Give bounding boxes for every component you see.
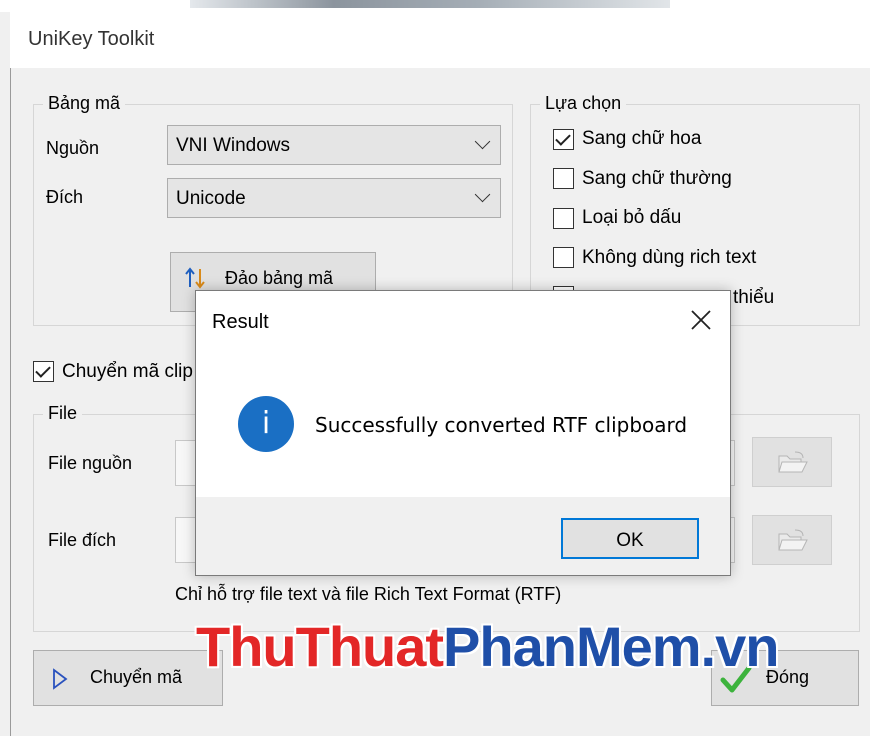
- watermark-text: ThuThuatPhanMem.vn: [196, 614, 780, 679]
- convert-button-label: Chuyển mã: [90, 667, 183, 687]
- option-remove-accents-checkbox[interactable]: [553, 208, 574, 229]
- option-minimal-label: thiểu: [733, 287, 775, 308]
- convert-button[interactable]: Chuyển mã: [33, 650, 223, 706]
- swap-arrows-icon: [185, 267, 205, 289]
- window-title: UniKey Toolkit: [28, 28, 155, 50]
- browse-target-button[interactable]: [752, 515, 832, 565]
- swap-encoding-label: Đảo bảng mã: [225, 268, 334, 288]
- background-strip: [0, 0, 870, 12]
- option-no-richtext-checkbox[interactable]: [553, 247, 574, 268]
- watermark-part-2: PhanMem: [443, 615, 701, 678]
- file-support-note: Chỉ hỗ trợ file text và file Rich Text F…: [175, 584, 562, 604]
- lua-chon-group-label: Lựa chọn: [540, 93, 627, 114]
- ok-button-label: OK: [616, 530, 644, 551]
- open-folder-icon: [778, 529, 808, 551]
- clipboard-convert-label: Chuyển mã clip: [62, 361, 193, 382]
- result-dialog: Result i Successfully converted RTF clip…: [195, 290, 731, 576]
- option-remove-accents-label: Loại bỏ dấu: [582, 207, 682, 228]
- file-group-label: File: [43, 403, 83, 424]
- close-icon[interactable]: [690, 309, 712, 331]
- ok-button[interactable]: OK: [561, 518, 699, 559]
- dialog-message: Successfully converted RTF clipboard: [315, 413, 688, 437]
- chevron-down-icon: [474, 186, 491, 203]
- source-encoding-value: VNI Windows: [176, 135, 291, 156]
- bang-ma-group-label: Bảng mã: [43, 93, 126, 114]
- chevron-down-icon: [474, 133, 491, 150]
- open-folder-icon: [778, 451, 808, 473]
- play-arrow-icon: [53, 668, 68, 690]
- dialog-title: Result: [212, 311, 269, 333]
- target-encoding-value: Unicode: [176, 188, 246, 209]
- file-target-label: File đích: [48, 530, 117, 550]
- source-label: Nguồn: [46, 138, 100, 158]
- watermark-part-1: ThuThuat: [196, 615, 444, 678]
- target-encoding-select[interactable]: Unicode: [167, 178, 501, 218]
- target-label: Đích: [46, 187, 84, 207]
- watermark-part-3: .vn: [700, 615, 780, 678]
- option-no-richtext-label: Không dùng rich text: [582, 247, 757, 268]
- file-source-label: File nguồn: [48, 453, 133, 473]
- option-uppercase-label: Sang chữ hoa: [582, 128, 702, 149]
- option-lowercase-label: Sang chữ thường: [582, 168, 732, 189]
- option-uppercase-checkbox[interactable]: [553, 129, 574, 150]
- info-icon: i: [238, 396, 294, 452]
- clipboard-convert-checkbox[interactable]: [33, 361, 54, 382]
- option-lowercase-checkbox[interactable]: [553, 168, 574, 189]
- source-encoding-select[interactable]: VNI Windows: [167, 125, 501, 165]
- browse-source-button[interactable]: [752, 437, 832, 487]
